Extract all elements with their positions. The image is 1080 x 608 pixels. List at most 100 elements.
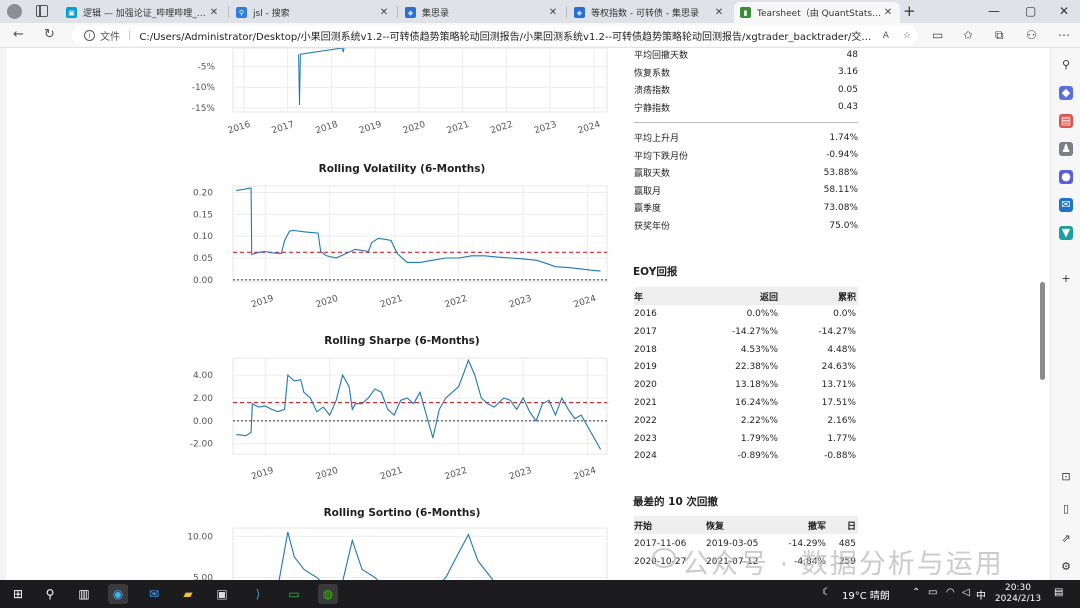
- games-icon[interactable]: ♟: [1059, 142, 1073, 156]
- chart-title-rolling-sortino: Rolling Sortino (6-Months): [323, 507, 481, 519]
- task-view-icon[interactable]: ▥: [74, 584, 94, 604]
- eoy-cell: -14.27%: [818, 326, 856, 337]
- metric-value: 75.0%: [829, 220, 858, 231]
- tray-overflow-icon[interactable]: ⌃: [912, 587, 920, 598]
- ime-indicator[interactable]: 中: [976, 587, 986, 602]
- tools-icon[interactable]: ▤: [1059, 114, 1073, 128]
- new-tab-button[interactable]: +: [903, 3, 916, 19]
- metric-label: 恢复系数: [634, 68, 671, 79]
- weather-text[interactable]: 19°C 晴朗: [842, 587, 890, 602]
- browser-window: ▣ 逻辑 — 加强论证_哔哩哔哩_bilib ✕ ⚲ jsl - 搜索 ✕ ◈ …: [0, 0, 1080, 608]
- y-tick-label: -15%: [192, 104, 216, 114]
- open-external-icon[interactable]: ⇗: [1059, 532, 1073, 546]
- eoy-row: 2021 16.24%% 17.51%: [634, 395, 858, 412]
- tab-title: 逻辑 — 加强论证_哔哩哔哩_bilib: [83, 9, 208, 19]
- drop-icon[interactable]: ▼: [1059, 226, 1073, 240]
- eoy-cell: 2020: [634, 380, 657, 391]
- outlook-icon[interactable]: ✉: [1059, 198, 1073, 212]
- add-icon[interactable]: +: [1059, 272, 1073, 286]
- profile-avatar-icon[interactable]: [7, 4, 22, 19]
- weather-icon[interactable]: ☾: [822, 587, 831, 598]
- tab-jsl-search[interactable]: ⚲ jsl - 搜索 ✕: [230, 2, 396, 23]
- eoy-cell: 1.77%: [827, 433, 856, 444]
- url-text[interactable]: C:/Users/Administrator/Desktop/小果回测系统v1.…: [139, 28, 875, 43]
- jisilu-icon: ◈: [405, 7, 416, 18]
- favorites-icon[interactable]: ✩: [963, 28, 973, 42]
- vscode-icon[interactable]: ⟩: [248, 584, 268, 604]
- notifications-icon[interactable]: ▤: [1054, 587, 1063, 598]
- close-icon[interactable]: ✕: [713, 7, 725, 18]
- metric-row: 获奖年份 75.0%: [634, 217, 858, 234]
- metric-value: 0.05: [837, 84, 858, 95]
- eoy-cell: 0.0%: [833, 309, 856, 319]
- eoy-row: 2016 0.0%% 0.0%: [634, 306, 858, 323]
- eoy-row: 2017 -14.27%% -14.27%: [634, 324, 858, 341]
- eoy-cell: 2.22%%: [740, 415, 778, 426]
- tab-equal-weight-index[interactable]: ◈ 等权指数 - 可转债 - 集思录 ✕: [568, 2, 731, 23]
- metric-label: 赢取月: [634, 186, 662, 197]
- metric-row: 恢复系数 3.16: [634, 64, 858, 81]
- edge-browser-icon[interactable]: ◉: [108, 584, 128, 604]
- metric-value: 48: [846, 49, 858, 60]
- shopping-icon[interactable]: ◆: [1059, 86, 1073, 100]
- copilot-icon[interactable]: ●: [1059, 170, 1073, 184]
- tab-tearsheet[interactable]: ▮ Tearsheet（由 QuantStats 生成） ✕: [734, 2, 900, 23]
- metric-label: 宁静指数: [634, 103, 671, 114]
- drawdowns-table-header: 开始 恢复 撤军 日: [634, 516, 858, 534]
- back-button[interactable]: ←: [13, 27, 24, 43]
- sidebar-toggle-icon[interactable]: ▯: [1059, 502, 1073, 516]
- eoy-cell: -0.89%%: [737, 451, 778, 462]
- close-icon[interactable]: ✕: [882, 7, 894, 18]
- search-icon[interactable]: ⚲: [1059, 58, 1073, 72]
- terminal-icon[interactable]: ▭: [284, 584, 304, 604]
- x-tick-label: 2022: [444, 294, 469, 310]
- minimize-button[interactable]: —: [988, 3, 1000, 19]
- eoy-table-header: 年 返回 累积: [634, 287, 858, 305]
- collections-icon[interactable]: ⧉: [995, 28, 1004, 42]
- mail-icon[interactable]: ✉: [144, 584, 164, 604]
- eoy-row: 2023 1.79%% 1.77%: [634, 431, 858, 448]
- file-explorer-icon[interactable]: ▰: [178, 584, 198, 604]
- windows-start-icon[interactable]: ⊞: [8, 584, 28, 604]
- close-icon[interactable]: ✕: [547, 7, 559, 18]
- search-icon[interactable]: ⚲: [40, 584, 60, 604]
- tab-actions-icon[interactable]: [36, 5, 48, 17]
- read-aloud-icon[interactable]: A: [883, 31, 889, 41]
- eoy-cell: 2022: [634, 415, 657, 426]
- eoy-cell: 17.51%: [821, 398, 856, 408]
- clock[interactable]: 20:30 2024/2/13: [992, 583, 1044, 605]
- y-tick-label: 4.00: [193, 371, 213, 381]
- battery-icon[interactable]: ▭: [928, 587, 937, 598]
- maximize-button[interactable]: ▢: [1025, 3, 1036, 19]
- close-window-button[interactable]: ✕: [1059, 3, 1069, 19]
- wifi-icon[interactable]: ◠: [946, 587, 955, 598]
- eoy-cell: 2.16%: [827, 415, 856, 426]
- plot-area: [232, 185, 608, 283]
- split-screen-icon[interactable]: ▭: [932, 28, 943, 42]
- wechat-icon[interactable]: ◍: [318, 584, 338, 604]
- volume-icon[interactable]: ◁: [962, 587, 970, 598]
- drawdown-chart: 2016 2017 2018 2019 2020 2021 2022 2023 2024 -5% -…: [192, 48, 608, 137]
- x-tick-label: 2020: [315, 294, 340, 310]
- eoy-cell: 13.18%%: [735, 380, 778, 391]
- metric-value: -0.94%: [826, 150, 858, 161]
- extensions-icon[interactable]: ⚇: [1026, 28, 1037, 42]
- tab-bilibili[interactable]: ▣ 逻辑 — 加强论证_哔哩哔哩_bilib ✕: [60, 2, 226, 23]
- taskbar: ⊞ ⚲ ▥ ◉ ✉ ▰ ▣ ⟩ ▭ ◍ ☾ 19°C 晴朗 ⌃ ▭ ◠ ◁ 中 …: [0, 580, 1080, 608]
- settings-gear-icon[interactable]: ⚙: [1059, 560, 1073, 574]
- store-icon[interactable]: ▣: [212, 584, 232, 604]
- favorite-star-icon[interactable]: ☆: [903, 31, 911, 41]
- rolling-sharpe-chart: 2019 2020 2021 2022 2023 2024 4.00 2.00 0.00 -2.0…: [190, 357, 608, 482]
- page-scrollbar[interactable]: [1040, 282, 1045, 380]
- tab-jisilu[interactable]: ◈ 集思录 ✕: [399, 2, 565, 23]
- more-menu-icon[interactable]: ⋯: [1058, 28, 1070, 42]
- refresh-button[interactable]: ↻: [44, 27, 55, 43]
- info-icon[interactable]: i: [84, 30, 95, 41]
- url-field[interactable]: i 文件 | C:/Users/Administrator/Desktop/小果…: [72, 25, 918, 46]
- y-tick-label: 0.05: [193, 254, 213, 264]
- screenshot-icon[interactable]: ⊡: [1059, 470, 1073, 484]
- close-icon[interactable]: ✕: [208, 7, 220, 18]
- x-tick-label: 2017: [271, 120, 296, 137]
- close-icon[interactable]: ✕: [378, 7, 390, 18]
- address-bar: ← ↻ i 文件 | C:/Users/Administrator/Deskto…: [0, 23, 1080, 48]
